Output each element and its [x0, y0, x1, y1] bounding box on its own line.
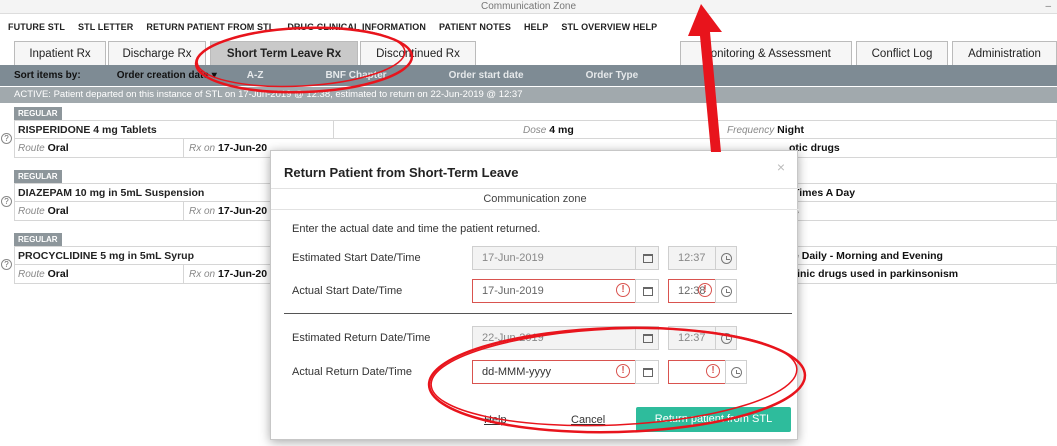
cell-divider	[183, 202, 184, 220]
calendar-icon	[635, 326, 659, 350]
rx-on-cell: Rx on 17-Jun-20	[189, 268, 268, 280]
tab-monitoring-assessment[interactable]: Monitoring & Assessment	[680, 41, 852, 65]
tab-bar: Inpatient Rx Discharge Rx Short Term Lea…	[0, 41, 1057, 65]
estimated-start-time-field: 12:37	[668, 246, 716, 270]
order-type-badge: REGULAR	[14, 233, 62, 246]
frequency-cell: Times A Day	[793, 187, 856, 199]
route-cell: Route Oral	[18, 268, 69, 280]
estimated-start-date-field: 17-Jun-2019	[472, 246, 636, 270]
tab-discharge-rx[interactable]: Discharge Rx	[108, 41, 206, 65]
dialog-divider	[284, 313, 792, 314]
sort-a-z[interactable]: A-Z	[247, 70, 264, 81]
tab-discontinued-rx[interactable]: Discontinued Rx	[360, 41, 476, 65]
top-menu: FUTURE STL STL LETTER RETURN PATIENT FRO…	[0, 16, 1057, 38]
tab-short-term-leave-rx[interactable]: Short Term Leave Rx	[210, 41, 358, 65]
route-cell: Route Oral	[18, 205, 69, 217]
clock-icon	[715, 326, 737, 350]
drug-name: PROCYCLIDINE 5 mg in 5mL Syrup	[18, 250, 195, 262]
tab-inpatient-rx[interactable]: Inpatient Rx	[14, 41, 106, 65]
actual-start-label: Actual Start Date/Time	[292, 285, 403, 297]
menu-return-patient-from-stl[interactable]: RETURN PATIENT FROM STL	[146, 22, 274, 32]
cell-divider	[183, 139, 184, 157]
cancel-link[interactable]: Cancel	[571, 414, 605, 426]
dialog-subtitle: Communication zone	[271, 188, 799, 210]
actual-return-label: Actual Return Date/Time	[292, 366, 413, 378]
help-question-icon[interactable]: ?	[1, 133, 12, 144]
actual-return-row: Actual Return Date/Time dd-MMM-yyyy ! !	[292, 360, 782, 386]
sort-selected-label: Order creation date	[116, 70, 209, 81]
help-link[interactable]: Help	[484, 414, 507, 426]
actual-start-date-field[interactable]: 17-Jun-2019	[472, 279, 636, 303]
drug-name: RISPERIDONE 4 mg Tablets	[18, 124, 157, 136]
estimated-return-label: Estimated Return Date/Time	[292, 332, 431, 344]
menu-drug-clinical-information[interactable]: DRUG CLINICAL INFORMATION	[287, 22, 426, 32]
clock-icon	[715, 246, 737, 270]
sort-label: Sort items by:	[14, 70, 81, 81]
actual-start-row: Actual Start Date/Time 17-Jun-2019 ! 12:…	[292, 279, 782, 305]
window-title: Communication Zone	[480, 1, 577, 12]
menu-future-stl[interactable]: FUTURE STL	[8, 22, 65, 32]
menu-stl-overview-help[interactable]: STL OVERVIEW HELP	[561, 22, 657, 32]
return-patient-dialog: Return Patient from Short-Term Leave × C…	[270, 150, 799, 441]
dialog-footer: Help Cancel Return patient from STL	[271, 401, 799, 441]
rx-on-cell: Rx on 17-Jun-20	[189, 142, 268, 154]
help-question-icon[interactable]: ?	[1, 259, 12, 270]
sort-order-start-date[interactable]: Order start date	[449, 70, 524, 81]
calendar-icon[interactable]	[635, 360, 659, 384]
dialog-instruction: Enter the actual date and time the patie…	[292, 223, 541, 235]
close-icon[interactable]: ×	[777, 159, 785, 175]
estimated-start-label: Estimated Start Date/Time	[292, 252, 421, 264]
error-icon: !	[706, 364, 720, 378]
calendar-icon	[635, 246, 659, 270]
error-icon: !	[616, 364, 630, 378]
menu-help[interactable]: HELP	[524, 22, 548, 32]
stl-status-bar: ACTIVE: Patient departed on this instanc…	[0, 87, 1057, 103]
order-type-badge: REGULAR	[14, 170, 62, 183]
menu-patient-notes[interactable]: PATIENT NOTES	[439, 22, 511, 32]
order-type-badge: REGULAR	[14, 107, 62, 120]
route-cell: Route Oral	[18, 142, 69, 154]
sort-order-type[interactable]: Order Type	[586, 70, 639, 81]
frequency-cell: Frequency Night	[727, 124, 804, 136]
estimated-start-row: Estimated Start Date/Time 17-Jun-2019 12…	[292, 246, 782, 272]
sort-order-creation-date[interactable]: Order creation date ▾	[117, 70, 217, 81]
menu-stl-letter[interactable]: STL LETTER	[78, 22, 133, 32]
dialog-title: Return Patient from Short-Term Leave	[284, 165, 519, 180]
rx-on-cell: Rx on 17-Jun-20	[189, 205, 268, 217]
clock-icon[interactable]	[725, 360, 747, 384]
cell-divider	[333, 121, 334, 139]
window-titlebar: Communication Zone –	[0, 0, 1057, 14]
caret-down-icon: ▾	[211, 70, 217, 81]
tab-administration[interactable]: Administration	[952, 41, 1057, 65]
tab-conflict-log[interactable]: Conflict Log	[856, 41, 948, 65]
estimated-return-date-field: 22-Jun-2019	[472, 326, 636, 350]
sort-bar: Sort items by: Order creation date ▾ A-Z…	[0, 65, 1057, 86]
drug-name: DIAZEPAM 10 mg in 5mL Suspension	[18, 187, 205, 199]
return-patient-button[interactable]: Return patient from STL	[636, 407, 791, 432]
actual-return-date-field[interactable]: dd-MMM-yyyy	[472, 360, 636, 384]
error-icon: !	[698, 283, 712, 297]
sort-bnf-chapter[interactable]: BNF Chapter	[325, 70, 386, 81]
frequency-cell: e Daily - Morning and Evening	[793, 250, 943, 262]
error-icon: !	[616, 283, 630, 297]
dose-cell: Dose 4 mg	[523, 124, 574, 136]
cell-divider	[713, 121, 714, 139]
estimated-return-time-field: 12:37	[668, 326, 716, 350]
calendar-icon[interactable]	[635, 279, 659, 303]
estimated-return-row: Estimated Return Date/Time 22-Jun-2019 1…	[292, 326, 782, 352]
order-row-name[interactable]: RISPERIDONE 4 mg Tablets Dose 4 mg Frequ…	[1, 120, 1057, 144]
minimize-button[interactable]: –	[1045, 0, 1051, 13]
cell-divider	[183, 265, 184, 283]
clock-icon[interactable]	[715, 279, 737, 303]
help-question-icon[interactable]: ?	[1, 196, 12, 207]
bnf-cell: rinic drugs used in parkinsonism	[793, 268, 959, 280]
